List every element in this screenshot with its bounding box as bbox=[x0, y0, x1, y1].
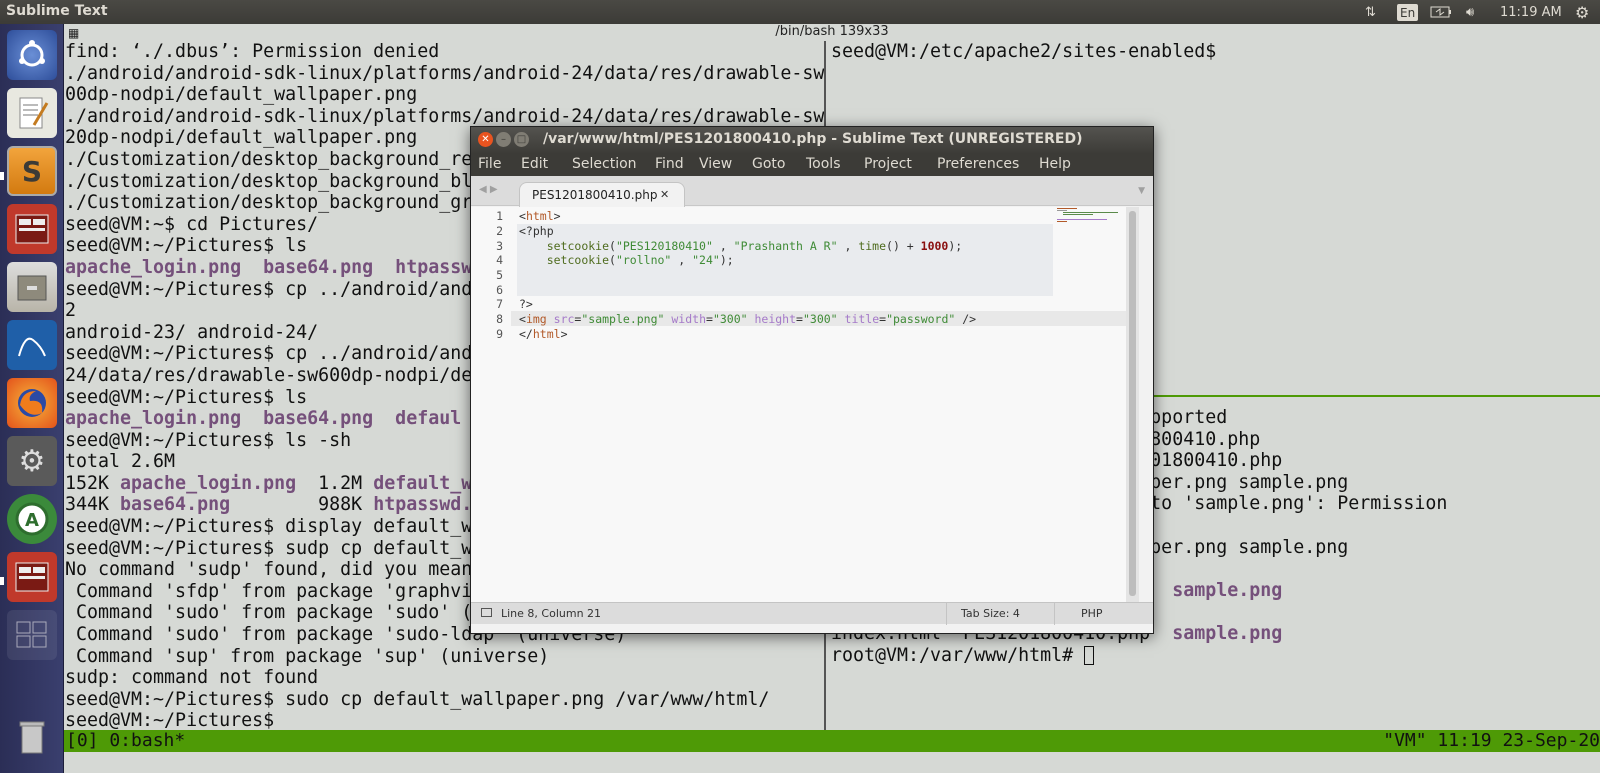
sublime-menubar: File Edit Selection Find View Goto Tools… bbox=[471, 154, 1153, 176]
launcher: S ⚙ A bbox=[0, 24, 64, 773]
cursor-position[interactable]: Line 8, Column 21 bbox=[501, 607, 601, 620]
tab-size-indicator[interactable]: Tab Size: 4 bbox=[961, 607, 1020, 620]
text-editor-icon[interactable] bbox=[7, 88, 57, 138]
terminal-grid-icon[interactable]: ▦ bbox=[68, 26, 79, 40]
tab-close-icon[interactable]: ✕ bbox=[660, 188, 669, 201]
code-line-1: <html> bbox=[519, 209, 561, 223]
trash-icon[interactable] bbox=[7, 712, 57, 762]
terminal-line: Command 'sup' from package 'sup' (univer… bbox=[65, 645, 550, 667]
tmux-status-bar: [0] 0:bash* "VM" 11:19 23-Sep-20 bbox=[64, 730, 1600, 752]
line-number: 1 bbox=[496, 209, 503, 223]
terminal-line: 00dp-nodpi/default_wallpaper.png bbox=[65, 84, 418, 106]
code-line-3: setcookie("PES120180410" , "Prashanth A … bbox=[546, 239, 963, 253]
launcher-active-indicator bbox=[0, 172, 4, 180]
terminal-line: seed@VM:~/Pictures$ bbox=[65, 710, 275, 732]
menu-find[interactable]: Find bbox=[655, 156, 684, 172]
terminal-title: /bin/bash 139x33 bbox=[775, 24, 889, 39]
launcher-active-indicator-2 bbox=[0, 577, 4, 585]
wireshark-icon[interactable] bbox=[7, 320, 57, 370]
close-icon[interactable]: ✕ bbox=[478, 132, 493, 147]
code-line-4: setcookie("rollno" , "24"); bbox=[546, 253, 734, 267]
battery-icon[interactable] bbox=[1430, 3, 1452, 21]
line-number: 7 bbox=[496, 297, 503, 311]
terminal-line: find: ‘./.dbus’: Permission denied bbox=[65, 41, 440, 62]
scrollbar-thumb[interactable] bbox=[1129, 211, 1136, 596]
tab-dropdown-icon[interactable]: ▼ bbox=[1138, 186, 1145, 196]
sublime-window[interactable]: ✕ – □ /var/www/html/PES1201800410.php - … bbox=[470, 126, 1154, 634]
menu-help[interactable]: Help bbox=[1039, 156, 1071, 172]
minimize-icon[interactable]: – bbox=[496, 132, 511, 147]
menu-file[interactable]: File bbox=[478, 156, 501, 172]
code-editor[interactable]: 1 2 3 4 5 6 7 8 9 <html> <?php setcookie… bbox=[471, 207, 1139, 602]
svg-text:A: A bbox=[25, 510, 39, 531]
line-number: 2 bbox=[496, 224, 503, 238]
sublime-tabbar: ◀ ▶ PES1201800410.php ✕ ▼ bbox=[471, 176, 1153, 207]
tmux-status-right: "VM" 11:19 23-Sep-20 bbox=[1383, 730, 1600, 751]
terminal-line: root@VM:/var/www/html# bbox=[831, 645, 1600, 667]
terminal-line: seed@VM:/etc/apache2/sites-enabled$ bbox=[831, 41, 1217, 62]
panel-toggle-icon[interactable] bbox=[481, 608, 492, 617]
menu-tools[interactable]: Tools bbox=[806, 156, 841, 172]
line-number: 3 bbox=[496, 239, 503, 253]
code-line-8: <img src="sample.png" width="300" height… bbox=[519, 312, 977, 326]
menu-view[interactable]: View bbox=[699, 156, 732, 172]
terminal-bottom-strip bbox=[64, 752, 1600, 773]
terminal-2-icon[interactable] bbox=[7, 552, 57, 602]
code-line-2: <?php bbox=[519, 224, 554, 238]
sublime-statusbar: Line 8, Column 21 Tab Size: 4 PHP bbox=[471, 602, 1153, 625]
terminal-line: seed@VM:~/Pictures$ sudo cp default_wall… bbox=[65, 688, 770, 710]
line-number-gutter: 1 2 3 4 5 6 7 8 9 bbox=[471, 207, 511, 602]
line-number: 4 bbox=[496, 253, 503, 267]
terminal-line: ./android/android-sdk-linux/platforms/an… bbox=[65, 105, 825, 127]
line-number: 9 bbox=[496, 327, 503, 341]
terminal-line: sudp: command not found bbox=[65, 667, 319, 689]
tab-php-file[interactable]: PES1201800410.php ✕ bbox=[519, 182, 685, 207]
app-title: Sublime Text bbox=[6, 3, 108, 19]
top-panel: Sublime Text ⇅ En 🔊︎ 11:19 AM ⚙ bbox=[0, 0, 1600, 24]
menu-goto[interactable]: Goto bbox=[752, 156, 785, 172]
keyboard-layout-indicator[interactable]: En bbox=[1397, 4, 1419, 21]
sublime-titlebar[interactable]: ✕ – □ /var/www/html/PES1201800410.php - … bbox=[471, 127, 1153, 154]
terminal-cursor bbox=[1084, 646, 1095, 666]
terminal-line: ./android/android-sdk-linux/platforms/an… bbox=[65, 62, 825, 84]
tab-nav-arrows-icon[interactable]: ◀ ▶ bbox=[479, 184, 498, 195]
sublime-text-icon[interactable]: S bbox=[7, 146, 57, 196]
ubuntu-dash-icon[interactable] bbox=[7, 30, 57, 80]
code-line-7: ?> bbox=[519, 297, 533, 311]
menu-project[interactable]: Project bbox=[864, 156, 912, 172]
line-number: 5 bbox=[496, 268, 503, 282]
syntax-indicator[interactable]: PHP bbox=[1081, 607, 1103, 620]
terminal-icon[interactable] bbox=[7, 204, 57, 254]
line-number: 8 bbox=[496, 312, 503, 326]
sublime-window-title: /var/www/html/PES1201800410.php - Sublim… bbox=[543, 131, 1083, 147]
vertical-scrollbar[interactable] bbox=[1126, 207, 1139, 602]
file-manager-icon[interactable] bbox=[7, 262, 57, 312]
software-updater-icon[interactable]: A bbox=[7, 494, 57, 544]
maximize-icon[interactable]: □ bbox=[514, 132, 529, 147]
menu-edit[interactable]: Edit bbox=[521, 156, 548, 172]
status-separator bbox=[946, 603, 947, 625]
tab-label: PES1201800410.php bbox=[532, 188, 658, 202]
menu-preferences[interactable]: Preferences bbox=[937, 156, 1019, 172]
firefox-icon[interactable] bbox=[7, 378, 57, 428]
clock[interactable]: 11:19 AM bbox=[1500, 3, 1562, 21]
status-separator bbox=[1054, 603, 1055, 625]
volume-icon[interactable]: 🔊︎ bbox=[1466, 3, 1474, 21]
minimap[interactable] bbox=[1055, 207, 1125, 223]
workspace-switcher-icon[interactable] bbox=[7, 610, 57, 660]
system-settings-icon[interactable]: ⚙ bbox=[7, 436, 57, 486]
code-line-9: </html> bbox=[519, 327, 568, 341]
network-transfer-icon[interactable]: ⇅ bbox=[1365, 3, 1376, 21]
settings-gear-icon[interactable]: ⚙ bbox=[1575, 3, 1589, 22]
line-number: 6 bbox=[496, 283, 503, 297]
tmux-status-left: [0] 0:bash* bbox=[66, 730, 186, 751]
menu-selection[interactable]: Selection bbox=[572, 156, 637, 172]
